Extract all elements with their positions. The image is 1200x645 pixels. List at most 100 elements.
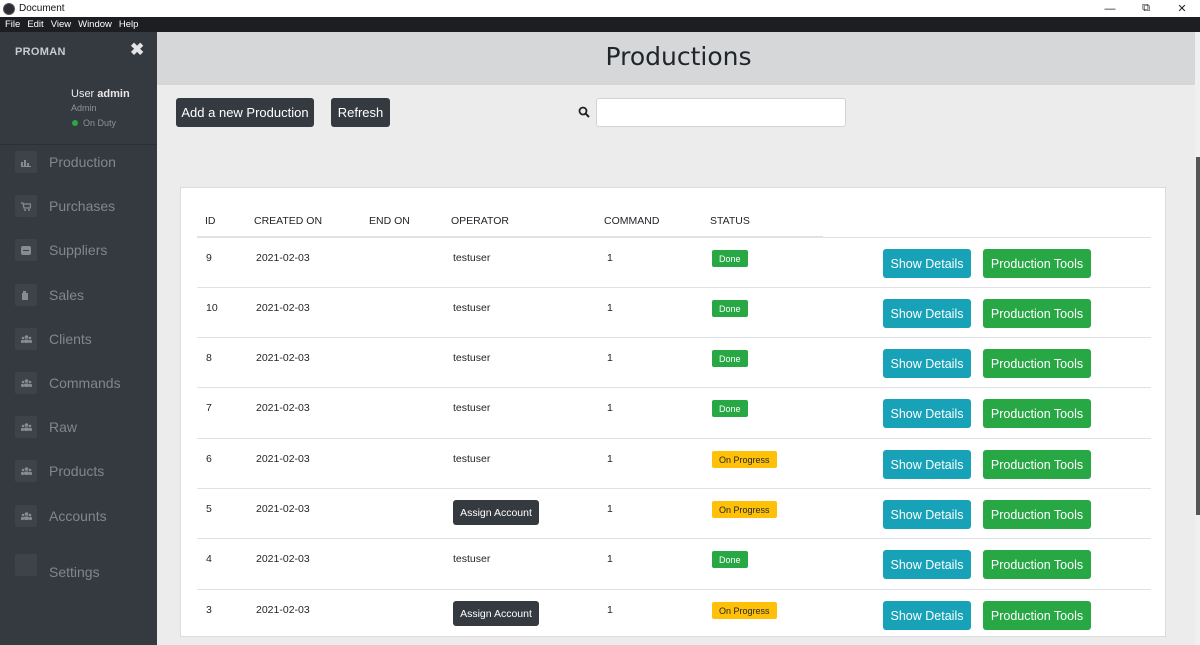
cell-created-on: 2021-02-03 — [256, 553, 310, 565]
menu-window[interactable]: Window — [78, 19, 112, 30]
cell-created-on: 2021-02-03 — [256, 352, 310, 364]
cell-created-on: 2021-02-03 — [256, 503, 310, 515]
cell-command: 1 — [607, 453, 613, 465]
show-details-button[interactable]: Show Details — [883, 500, 971, 529]
sidebar-item-label: Commands — [49, 375, 121, 391]
status-badge: Done — [712, 250, 748, 267]
show-details-button[interactable]: Show Details — [883, 349, 971, 378]
sidebar-item-label: Settings — [49, 564, 100, 580]
building-icon — [15, 284, 37, 306]
sidebar-item-accounts[interactable]: Accounts — [0, 501, 157, 531]
status-badge: On Progress — [712, 451, 777, 468]
cell-id: 9 — [206, 252, 212, 264]
productions-table: ID CREATED ON END ON OPERATOR COMMAND ST… — [180, 187, 1166, 637]
sidebar-item-label: Suppliers — [49, 242, 108, 258]
sidebar-item-sales[interactable]: Sales — [0, 280, 157, 310]
cart-icon — [15, 195, 37, 217]
sidebar-item-label: Products — [49, 463, 105, 479]
production-tools-button[interactable]: Production Tools — [983, 349, 1091, 378]
add-production-button[interactable]: Add a new Production — [176, 98, 314, 127]
menu-edit[interactable]: Edit — [27, 19, 43, 30]
assign-account-button[interactable]: Assign Account — [453, 500, 539, 525]
window-controls: — ⧉ ✕ — [1092, 0, 1200, 17]
table-row: 9 2021-02-03 testuser 1 Done Show Detail… — [197, 237, 1151, 287]
sidebar-item-suppliers[interactable]: Suppliers — [0, 235, 157, 265]
table-row: 7 2021-02-03 testuser 1 Done Show Detail… — [197, 387, 1151, 437]
cell-id: 4 — [206, 553, 212, 565]
sidebar-item-products[interactable]: Products — [0, 456, 157, 486]
show-details-button[interactable]: Show Details — [883, 550, 971, 579]
table-row: 6 2021-02-03 testuser 1 On Progress Show… — [197, 438, 1151, 488]
show-details-button[interactable]: Show Details — [883, 249, 971, 278]
restore-icon[interactable]: ⧉ — [1128, 0, 1164, 17]
production-tools-button[interactable]: Production Tools — [983, 450, 1091, 479]
status-badge: Done — [712, 400, 748, 417]
search-input[interactable] — [596, 98, 846, 127]
menu-help[interactable]: Help — [119, 19, 139, 30]
scrollbar-thumb[interactable] — [1196, 157, 1200, 515]
column-header-operator: OPERATOR — [451, 215, 509, 227]
sidebar-item-label: Accounts — [49, 508, 107, 524]
show-details-button[interactable]: Show Details — [883, 601, 971, 630]
user-prefix: User — [71, 88, 95, 100]
user-login: admin — [97, 88, 130, 100]
table-row: 5 2021-02-03 Assign Account 1 On Progres… — [197, 488, 1151, 538]
cell-created-on: 2021-02-03 — [256, 302, 310, 314]
cell-id: 5 — [206, 503, 212, 515]
cell-operator: testuser — [453, 352, 491, 364]
cell-operator: testuser — [453, 453, 491, 465]
cell-created-on: 2021-02-03 — [256, 453, 310, 465]
sidebar-item-label: Clients — [49, 331, 92, 347]
production-tools-button[interactable]: Production Tools — [983, 249, 1091, 278]
sidebar-item-label: Production — [49, 154, 116, 170]
users-icon — [15, 505, 37, 527]
sidebar-item-settings[interactable]: Settings — [0, 550, 157, 586]
sidebar-item-label: Raw — [49, 419, 78, 435]
column-header-status: STATUS — [710, 215, 750, 227]
status-badge: Done — [712, 300, 748, 317]
users-icon — [15, 460, 37, 482]
sidebar-divider — [0, 144, 157, 145]
page-title: Productions — [605, 42, 752, 71]
sidebar-item-clients[interactable]: Clients — [0, 324, 157, 354]
user-status-label: On Duty — [83, 118, 117, 128]
users-icon — [15, 372, 37, 394]
cell-command: 1 — [607, 352, 613, 364]
show-details-button[interactable]: Show Details — [883, 299, 971, 328]
production-tools-button[interactable]: Production Tools — [983, 550, 1091, 579]
sidebar-item-purchases[interactable]: Purchases — [0, 191, 157, 221]
status-badge: Done — [712, 551, 748, 568]
search-icon — [578, 106, 590, 118]
cell-id: 3 — [206, 604, 212, 616]
table-row: 4 2021-02-03 testuser 1 Done Show Detail… — [197, 538, 1151, 588]
production-tools-button[interactable]: Production Tools — [983, 299, 1091, 328]
gear-icon — [15, 554, 37, 576]
cell-id: 10 — [206, 302, 218, 314]
production-tools-button[interactable]: Production Tools — [983, 500, 1091, 529]
cell-command: 1 — [607, 604, 613, 616]
status-badge: Done — [712, 350, 748, 367]
close-icon[interactable]: ✖ — [130, 40, 144, 60]
close-window-icon[interactable]: ✕ — [1164, 0, 1200, 17]
cell-command: 1 — [607, 402, 613, 414]
menu-view[interactable]: View — [51, 19, 71, 30]
production-tools-button[interactable]: Production Tools — [983, 601, 1091, 630]
cell-command: 1 — [607, 302, 613, 314]
minimize-icon[interactable]: — — [1092, 0, 1128, 17]
title-bar: Document — ⧉ ✕ — [0, 0, 1200, 17]
production-tools-button[interactable]: Production Tools — [983, 399, 1091, 428]
status-dot-icon — [72, 120, 78, 126]
refresh-button[interactable]: Refresh — [331, 98, 390, 127]
cell-operator: testuser — [453, 252, 491, 264]
show-details-button[interactable]: Show Details — [883, 450, 971, 479]
cell-command: 1 — [607, 553, 613, 565]
column-header-end-on: END ON — [369, 215, 410, 227]
show-details-button[interactable]: Show Details — [883, 399, 971, 428]
sidebar-item-raw[interactable]: Raw — [0, 412, 157, 442]
users-icon — [15, 328, 37, 350]
menu-file[interactable]: File — [5, 19, 20, 30]
assign-account-button[interactable]: Assign Account — [453, 601, 539, 626]
user-status: On Duty — [72, 118, 116, 128]
sidebar-item-commands[interactable]: Commands — [0, 368, 157, 398]
sidebar-item-production[interactable]: Production — [0, 147, 157, 177]
